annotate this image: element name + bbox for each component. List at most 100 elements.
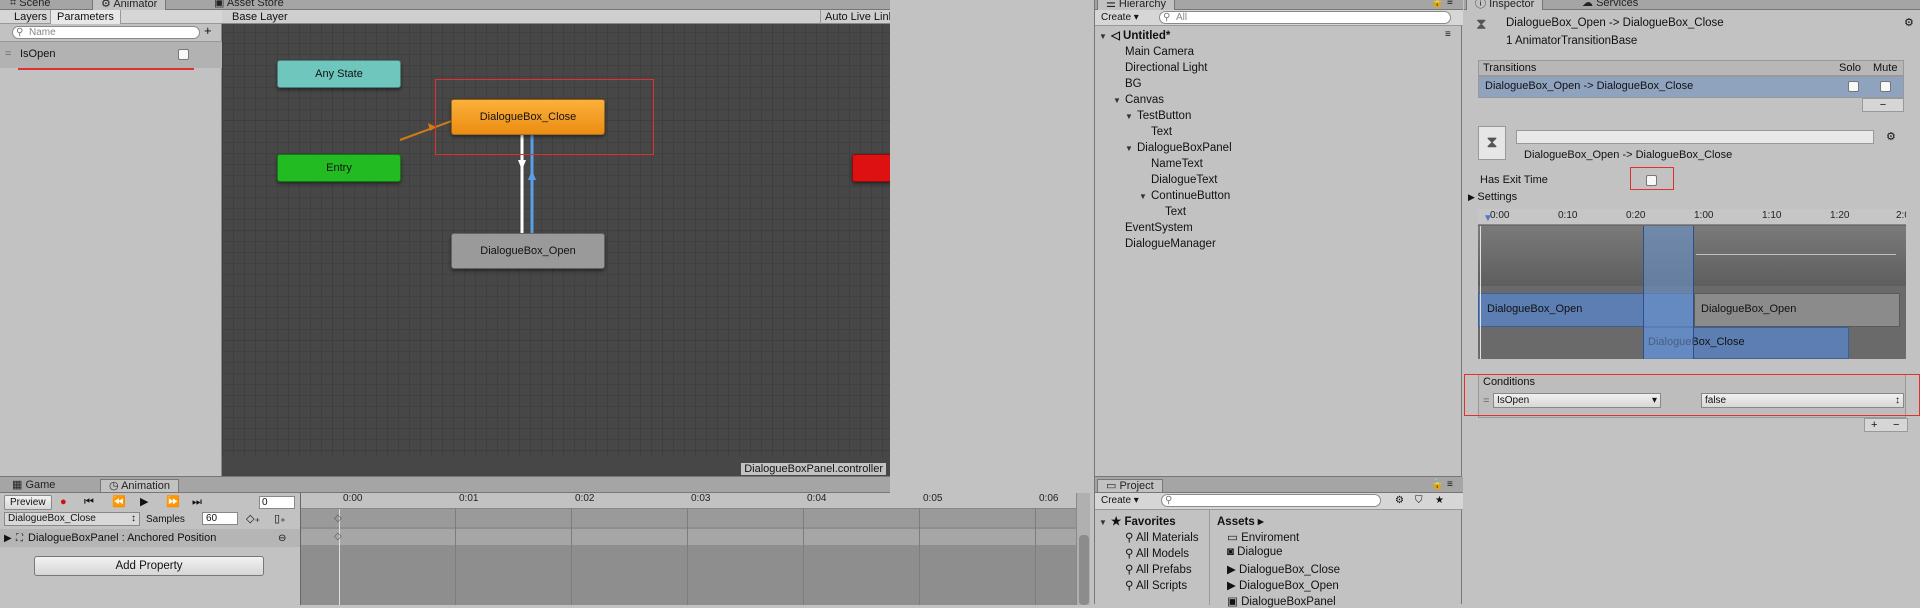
keyframe-diamond-icon[interactable]: ◇ — [334, 513, 342, 524]
favorite-item[interactable]: ⚲ All Models — [1125, 546, 1189, 560]
tab-layers[interactable]: Layers — [14, 10, 47, 24]
transition-name-field[interactable] — [1516, 130, 1874, 144]
favorite-item[interactable]: ⚲ All Prefabs — [1125, 562, 1192, 576]
dopesheet[interactable]: 0:00 0:01 0:02 0:03 0:04 0:05 0:06 ◇ ◇ — [300, 493, 1076, 605]
expand-arrow-icon[interactable]: ▶ — [4, 532, 12, 545]
remove-transition-button[interactable]: − — [1862, 98, 1904, 112]
drag-handle-icon[interactable]: = — [5, 48, 11, 61]
lock-icon[interactable]: 🔒 — [1431, 0, 1443, 10]
scrollbar-thumb[interactable] — [1079, 535, 1089, 605]
project-search[interactable]: ⚲ — [1161, 494, 1381, 507]
add-condition-button[interactable]: + — [1871, 419, 1877, 432]
clip-dropdown[interactable]: DialogueBox_Close ↕ — [4, 512, 140, 526]
preview-button[interactable]: Preview — [4, 495, 52, 510]
property-row[interactable]: ▶ ⛶ DialogueBoxPanel : Anchored Position… — [0, 529, 300, 547]
filter-label-icon[interactable]: ⛉ — [1415, 494, 1423, 508]
hierarchy-item[interactable]: EventSystem — [1125, 222, 1193, 234]
play-icon[interactable]: ▶ — [140, 495, 148, 509]
state-any-state[interactable]: Any State — [277, 60, 401, 88]
asset-item[interactable]: ◙ Dialogue — [1227, 546, 1283, 558]
collapse-arrow-icon[interactable]: ▼ — [1125, 144, 1137, 153]
favorites-node[interactable]: ▼ ★ Favorites — [1099, 514, 1176, 528]
hierarchy-item[interactable]: ▼ DialogueBoxPanel — [1125, 142, 1232, 154]
record-icon[interactable]: ● — [60, 495, 67, 509]
prev-key-icon[interactable]: ⏪ — [112, 495, 126, 509]
tab-scene[interactable]: ⌗ Scene — [2, 0, 58, 10]
remove-condition-button[interactable]: − — [1893, 419, 1899, 432]
favorite-item[interactable]: ⚲ All Scripts — [1125, 578, 1187, 592]
tab-project[interactable]: ▭ Project — [1097, 479, 1163, 492]
state-dialoguebox-open[interactable]: DialogueBox_Open — [451, 233, 605, 269]
next-key-icon[interactable]: ⏩ — [166, 495, 180, 509]
lock-icon[interactable]: 🔒 — [1431, 478, 1443, 492]
hierarchy-item[interactable]: ▼ ContinueButton — [1139, 190, 1230, 202]
tab-animation[interactable]: ◷ Animation — [100, 479, 179, 492]
tab-hierarchy[interactable]: ☰ Hierarchy — [1097, 0, 1175, 10]
transition-timeline[interactable]: 0:00 0:10 0:20 1:00 1:10 1:20 2:0 ▼ Dial… — [1478, 209, 1906, 359]
asset-item[interactable]: ▶ DialogueBox_Open — [1227, 578, 1339, 592]
state-exit[interactable] — [852, 154, 890, 182]
add-event-icon[interactable]: ▯₊ — [274, 512, 286, 526]
property-options-icon[interactable]: ⊖ — [278, 532, 286, 545]
hierarchy-item[interactable]: Text — [1151, 126, 1172, 138]
parameter-bool-checkbox[interactable] — [178, 49, 189, 60]
bar-open-loop[interactable]: DialogueBox_Open — [1694, 293, 1900, 327]
menu-icon[interactable]: ≡ — [1447, 0, 1453, 10]
filter-type-icon[interactable]: ⚙ — [1395, 494, 1404, 508]
tab-inspector[interactable]: ⓘ Inspector — [1466, 0, 1544, 10]
state-entry[interactable]: Entry — [277, 154, 401, 182]
params-search[interactable]: ⚲ Name — [12, 26, 200, 39]
parameter-row[interactable]: = IsOpen — [0, 42, 222, 68]
timeline-ruler[interactable]: 0:00 0:01 0:02 0:03 0:04 0:05 0:06 — [301, 493, 1076, 509]
settings-gear-icon[interactable]: ⚙ — [1886, 130, 1896, 144]
scene-menu-icon[interactable]: ≡ — [1445, 28, 1451, 42]
hierarchy-item[interactable]: ▼ Canvas — [1113, 94, 1164, 106]
collapse-arrow-icon[interactable]: ▼ — [1099, 518, 1111, 527]
solo-checkbox[interactable] — [1848, 81, 1859, 92]
menu-icon[interactable]: ≡ — [1447, 478, 1453, 492]
settings-foldout[interactable]: ▶ Settings — [1468, 191, 1517, 204]
asset-item[interactable]: ▭ Enviroment — [1227, 530, 1299, 544]
collapse-arrow-icon[interactable]: ▼ — [1113, 96, 1125, 105]
timeline-ruler[interactable]: 0:00 0:10 0:20 1:00 1:10 1:20 2:0 — [1478, 209, 1906, 225]
playhead-marker-icon[interactable]: ▼ — [1483, 213, 1493, 224]
create-dropdown[interactable]: Create ▾ — [1101, 11, 1139, 25]
create-dropdown[interactable]: Create ▾ — [1101, 494, 1139, 508]
parameter-name[interactable]: IsOpen — [20, 48, 55, 61]
hierarchy-item[interactable]: DialogueManager — [1125, 238, 1216, 250]
tab-asset-store[interactable]: ▣ Asset Store — [206, 0, 292, 10]
hierarchy-item[interactable]: ▼ TestButton — [1125, 110, 1191, 122]
collapse-arrow-icon[interactable]: ▼ — [1139, 192, 1151, 201]
transition-row[interactable]: DialogueBox_Open -> DialogueBox_Close — [1478, 76, 1904, 98]
asset-item[interactable]: ▶ DialogueBox_Close — [1227, 562, 1340, 576]
dopesheet-scrollbar[interactable] — [1076, 493, 1090, 605]
hierarchy-item[interactable]: Directional Light — [1125, 62, 1207, 74]
transition-blend-region[interactable] — [1643, 226, 1694, 359]
collapse-arrow-icon[interactable]: ▼ — [1099, 32, 1111, 41]
settings-gear-icon[interactable]: ⚙ — [1904, 16, 1914, 30]
samples-field[interactable]: 60 — [202, 512, 238, 525]
add-keyframe-icon[interactable]: ◇₊ — [246, 512, 260, 526]
tab-services[interactable]: ☁ Services — [1574, 0, 1646, 10]
hierarchy-item[interactable]: Text — [1165, 206, 1186, 218]
keyframe-diamond-icon[interactable]: ◇ — [334, 531, 342, 542]
asset-item[interactable]: ▣ DialogueBoxPanel — [1227, 594, 1336, 608]
mute-checkbox[interactable] — [1880, 81, 1891, 92]
add-property-button[interactable]: Add Property — [34, 556, 264, 576]
first-key-icon[interactable]: ⏮ — [84, 495, 94, 509]
assets-breadcrumb[interactable]: Assets ▸ — [1217, 514, 1264, 528]
favorite-item[interactable]: ⚲ All Materials — [1125, 530, 1199, 544]
tab-game[interactable]: ▦ Game — [4, 479, 63, 492]
tab-animator[interactable]: ⚙ Animator — [92, 0, 167, 10]
last-key-icon[interactable]: ⏭ — [192, 495, 202, 509]
hierarchy-item[interactable]: Main Camera — [1125, 46, 1194, 58]
tab-parameters[interactable]: Parameters — [50, 10, 121, 24]
hierarchy-item[interactable]: BG — [1125, 78, 1142, 90]
hierarchy-item[interactable]: DialogueText — [1151, 174, 1217, 186]
collapse-arrow-icon[interactable]: ▼ — [1125, 112, 1137, 121]
animator-graph[interactable]: Base Layer Auto Live Link Any State Entr… — [222, 10, 890, 484]
frame-field[interactable]: 0 — [259, 496, 295, 509]
scene-root[interactable]: ▼ ◁ Untitled* — [1099, 28, 1170, 42]
hierarchy-search[interactable]: ⚲ All — [1159, 11, 1451, 24]
favorite-star-icon[interactable]: ★ — [1435, 494, 1444, 508]
